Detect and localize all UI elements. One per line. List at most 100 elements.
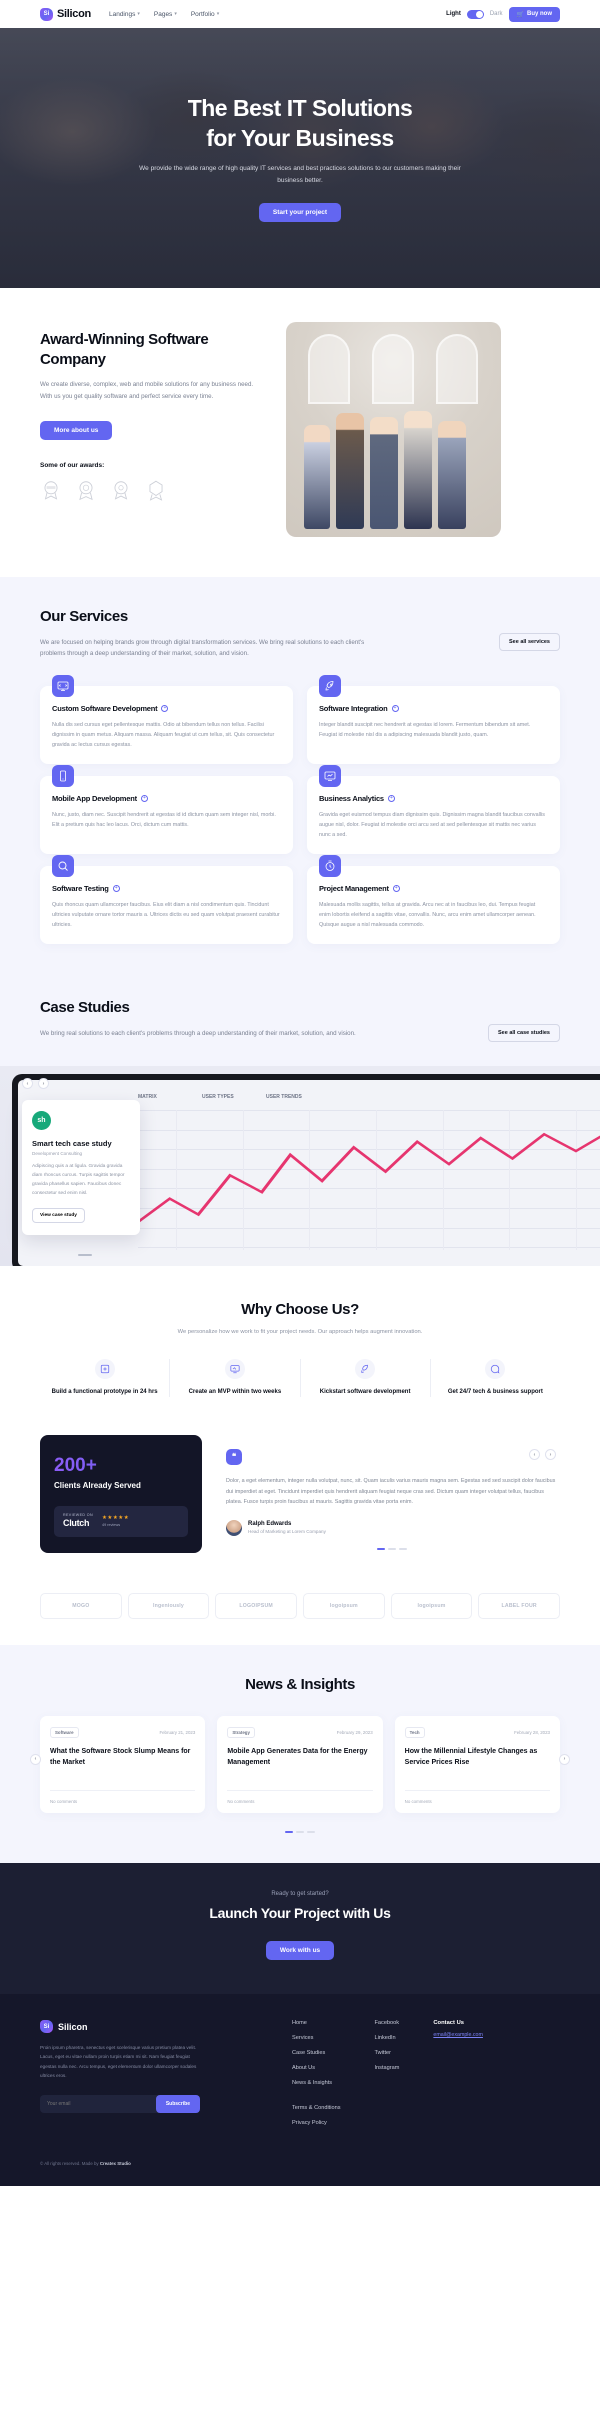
- email-field[interactable]: [40, 2094, 160, 2113]
- footer-link-terms[interactable]: Terms & Conditions: [292, 2105, 341, 2111]
- case-prev-button[interactable]: ‹: [22, 1078, 33, 1090]
- news-tag[interactable]: Software: [50, 1727, 79, 1739]
- view-case-study-button[interactable]: View case study: [32, 1207, 85, 1223]
- service-card[interactable]: Custom Software Development + Nulla dis …: [40, 675, 293, 765]
- subscribe-button[interactable]: Subscribe: [155, 2094, 200, 2113]
- testimonial-dot[interactable]: [399, 1547, 407, 1550]
- theme-toggle[interactable]: [466, 9, 484, 19]
- footer-link-home[interactable]: Home: [292, 2020, 341, 2026]
- news-dots: [40, 1831, 560, 1834]
- case-carousel-indicator[interactable]: [78, 1254, 92, 1257]
- footer-about-column: Si Silicon Proin ipsum pharetra, senectu…: [40, 2020, 200, 2135]
- why-choose-us-section: Why Choose Us? We personalize how we wor…: [0, 1266, 600, 1426]
- why-item-text: Kickstart software development: [319, 1388, 411, 1395]
- testimonial-text: Dolor, a eget elementum, integer nulla v…: [226, 1478, 556, 1506]
- service-card[interactable]: Mobile App Development + Nunc, justo, di…: [40, 765, 293, 855]
- services-grid: Custom Software Development + Nulla dis …: [40, 675, 560, 945]
- testimonial-prev-button[interactable]: ‹: [529, 1449, 540, 1461]
- footer-about-text: Proin ipsum pharetra, senectus eget scel…: [40, 2045, 197, 2079]
- award-badge-4-icon: [149, 480, 163, 501]
- case-carousel-arrows: ‹ ›: [22, 1078, 49, 1090]
- hero-title: The Best IT Solutions for Your Business: [90, 94, 510, 153]
- buy-now-label: Buy now: [527, 11, 552, 17]
- news-prev-button[interactable]: ‹: [30, 1753, 41, 1765]
- footer-contact-column: Contact Us email@example.com: [433, 2020, 483, 2135]
- footer-link-case-studies[interactable]: Case Studies: [292, 2050, 341, 2056]
- work-with-us-button[interactable]: Work with us: [265, 1941, 335, 1961]
- case-next-button[interactable]: ›: [38, 1078, 49, 1090]
- case-study-subtitle: Development Consulting: [32, 1151, 83, 1157]
- plus-circle-icon[interactable]: +: [161, 705, 169, 713]
- testimonial-dot[interactable]: [388, 1547, 396, 1550]
- news-card[interactable]: Strategy February 29, 2023 Mobile App Ge…: [217, 1716, 383, 1814]
- testimonial-author-role: Head of Marketing at Lorem Company: [248, 1529, 326, 1535]
- news-dot[interactable]: [307, 1831, 315, 1834]
- clutch-stars: ★★★★★: [101, 1515, 130, 1522]
- service-card[interactable]: Project Management + Malesuada mollis sa…: [307, 855, 560, 945]
- logo-logoipsum-3: logoipsum: [390, 1592, 473, 1619]
- news-date: February 21, 2023: [159, 1730, 196, 1736]
- plus-circle-icon[interactable]: +: [140, 795, 148, 803]
- see-all-case-studies-button[interactable]: See all case studies: [488, 1024, 560, 1043]
- footer-link-about-us[interactable]: About Us: [292, 2065, 341, 2071]
- nav-item-landings-label: Landings: [108, 10, 136, 18]
- footer-copyright-brand: Createx Studio: [99, 2161, 131, 2167]
- clutch-rating-badge[interactable]: REVIEWED ON Clutch ★★★★★ 49 reviews: [54, 1506, 188, 1537]
- stopwatch-icon: [319, 855, 341, 878]
- footer-link-news-insights[interactable]: News & Insights: [292, 2080, 341, 2086]
- footer-link-linkedin[interactable]: LinkedIn: [375, 2035, 400, 2041]
- news-dot[interactable]: [296, 1831, 304, 1834]
- start-your-project-button[interactable]: Start your project: [258, 202, 342, 222]
- footer-contact-email[interactable]: email@example.com: [433, 2032, 483, 2038]
- case-studies-header: Case Studies We bring real solutions to …: [40, 998, 560, 1043]
- brand-logo[interactable]: Si Silicon: [40, 7, 91, 21]
- news-section: ‹ › News & Insights Software February 21…: [0, 1644, 600, 1864]
- news-date: February 29, 2023: [336, 1730, 373, 1736]
- nav-item-portfolio[interactable]: Portfolio ▾: [191, 11, 219, 18]
- nav-item-landings[interactable]: Landings ▾: [109, 11, 140, 18]
- testimonial-dot[interactable]: [377, 1547, 385, 1550]
- footer-link-instagram[interactable]: Instagram: [375, 2065, 400, 2071]
- case-study-card[interactable]: sh Smart tech case study Development Con…: [22, 1100, 140, 1235]
- hero-section: The Best IT Solutions for Your Business …: [0, 28, 600, 288]
- chevron-down-icon: ▾: [216, 11, 220, 17]
- plus-circle-icon[interactable]: +: [392, 885, 400, 893]
- news-tag[interactable]: Tech: [404, 1727, 425, 1739]
- news-tag[interactable]: Strategy: [227, 1727, 255, 1739]
- more-about-us-button[interactable]: More about us: [40, 420, 113, 440]
- news-card[interactable]: Tech February 28, 2023 How the Millennia…: [394, 1716, 560, 1814]
- light-mode-label: Light: [446, 11, 461, 17]
- footer-link-services[interactable]: Services: [292, 2035, 341, 2041]
- see-all-services-button[interactable]: See all services: [499, 633, 560, 651]
- plus-circle-icon[interactable]: +: [391, 705, 399, 713]
- service-card[interactable]: Software Testing + Quis rhoncus quam ull…: [40, 855, 293, 945]
- footer-link-facebook[interactable]: Facebook: [375, 2020, 400, 2026]
- news-next-button[interactable]: ›: [559, 1753, 570, 1765]
- awards-label: Some of our awards:: [40, 461, 105, 469]
- award-body: We create diverse, complex, web and mobi…: [40, 381, 254, 400]
- clutch-brand: Clutch: [63, 1517, 90, 1528]
- buy-now-button[interactable]: 🛒 Buy now: [508, 6, 560, 22]
- service-card[interactable]: Business Analytics + Gravida eget euismo…: [307, 765, 560, 855]
- service-body: Malesuada mollis sagittis, tellus at gra…: [319, 902, 536, 929]
- footer-nav-column: Home Services Case Studies About Us News…: [292, 2020, 341, 2135]
- news-card[interactable]: Software February 21, 2023 What the Soft…: [40, 1716, 206, 1814]
- testimonial-next-button[interactable]: ›: [545, 1449, 556, 1461]
- award-text-column: Award-Winning Software Company We create…: [40, 322, 260, 501]
- footer-brand-name: Silicon: [58, 2021, 88, 2032]
- nav-item-pages[interactable]: Pages ▾: [154, 11, 177, 18]
- case-studies-title: Case Studies: [40, 999, 130, 1017]
- mvp-monitor-icon: [224, 1358, 245, 1379]
- footer-brand[interactable]: Si Silicon: [40, 2020, 200, 2034]
- awards-badge-row: [40, 479, 260, 501]
- footer-link-twitter[interactable]: Twitter: [375, 2050, 400, 2056]
- plus-circle-icon[interactable]: +: [387, 795, 395, 803]
- brand-name: Silicon: [57, 8, 91, 20]
- footer-link-privacy[interactable]: Privacy Policy: [292, 2120, 341, 2126]
- service-title: Software Testing: [52, 884, 109, 894]
- award-section: Award-Winning Software Company We create…: [0, 288, 600, 577]
- plus-circle-icon[interactable]: +: [112, 885, 120, 893]
- service-card[interactable]: Software Integration + Integer blandit s…: [307, 675, 560, 765]
- news-dot[interactable]: [285, 1831, 293, 1834]
- testimonial-arrows: ‹ ›: [529, 1449, 556, 1461]
